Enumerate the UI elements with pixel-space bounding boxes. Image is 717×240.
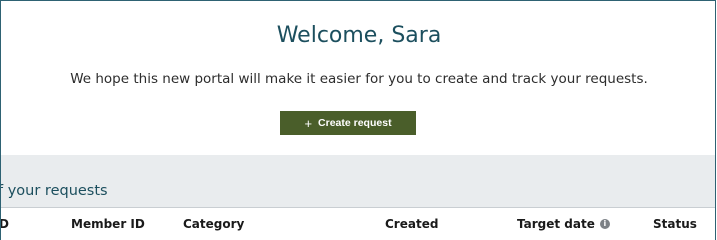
column-header-id[interactable]: D xyxy=(1,217,9,231)
column-header-label: D xyxy=(1,217,9,231)
column-header-member-id[interactable]: Member ID xyxy=(71,217,145,231)
column-header-label: Created xyxy=(385,217,439,231)
create-request-button[interactable]: + Create request xyxy=(280,111,416,135)
column-header-label: Member ID xyxy=(71,217,145,231)
requests-table-header: D Member ID Category Created Target date… xyxy=(1,207,715,240)
plus-icon: + xyxy=(304,115,313,131)
column-header-label: Status xyxy=(653,217,697,231)
create-request-label: Create request xyxy=(318,117,392,129)
column-header-status[interactable]: Status xyxy=(653,217,697,231)
column-header-created[interactable]: Created xyxy=(385,217,438,231)
column-header-label: Category xyxy=(183,217,245,231)
welcome-heading: Welcome, Sara xyxy=(276,23,442,48)
column-header-category[interactable]: Category xyxy=(183,217,244,231)
welcome-subtitle: We hope this new portal will make it eas… xyxy=(70,71,648,87)
requests-section-title: f your requests xyxy=(0,183,108,199)
column-header-label: Target date xyxy=(517,217,595,231)
info-icon[interactable]: i xyxy=(599,219,610,229)
portal-frame: Welcome, Sara We hope this new portal wi… xyxy=(0,0,716,240)
column-header-target-date[interactable]: Target date i xyxy=(517,217,610,231)
